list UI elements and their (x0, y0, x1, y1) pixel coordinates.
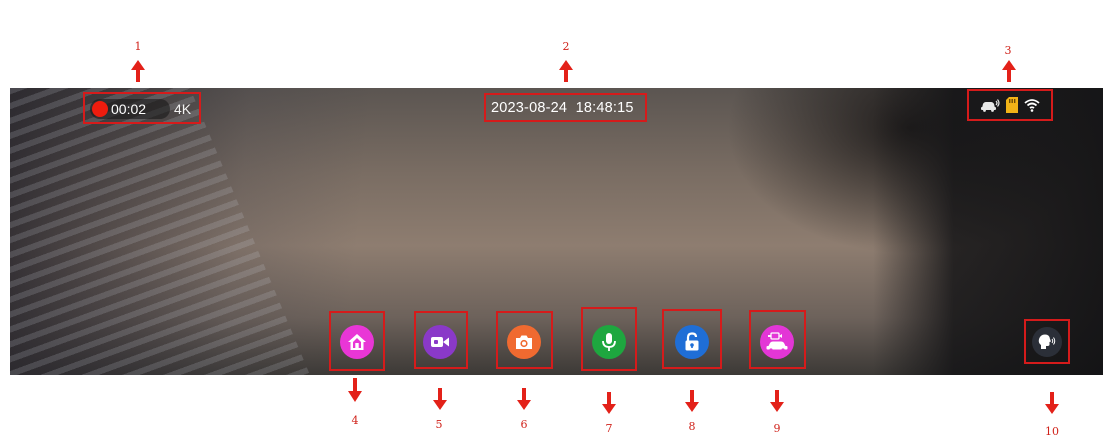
arrow-down-icon (348, 378, 362, 402)
car-camera-icon (765, 332, 789, 352)
record-dot-icon (92, 101, 108, 117)
camera-view (10, 88, 1103, 375)
arrow-down-icon (602, 392, 616, 414)
annotation-number-8: 8 (688, 420, 696, 433)
annotation-number-7: 7 (605, 422, 613, 435)
annotation-number-1: 1 (134, 40, 142, 53)
video-camera-icon (430, 335, 450, 349)
annotation-number-6: 6 (520, 418, 528, 431)
arrow-up-icon (559, 60, 573, 82)
home-button[interactable] (340, 325, 374, 359)
car-signal-icon (980, 98, 1000, 117)
record-video-button[interactable] (423, 325, 457, 359)
arrow-down-icon (685, 390, 699, 412)
car-camera-switch-button[interactable] (760, 325, 794, 359)
microphone-icon (601, 332, 617, 352)
microphone-button[interactable] (592, 325, 626, 359)
voice-command-button[interactable] (1032, 327, 1062, 357)
arrow-down-icon (517, 388, 531, 410)
sd-card-icon (1006, 97, 1018, 118)
annotation-number-9: 9 (773, 422, 781, 435)
datetime-display: 2023-08-24 18:48:15 (491, 100, 634, 116)
recording-indicator: 00:02 (90, 99, 170, 119)
take-photo-button[interactable] (507, 325, 541, 359)
arrow-down-icon (433, 388, 447, 410)
arrow-up-icon (131, 60, 145, 82)
annotation-number-10: 10 (1045, 425, 1059, 438)
arrow-down-icon (1045, 392, 1059, 414)
unlock-icon (684, 332, 700, 352)
arrow-down-icon (770, 390, 784, 412)
resolution-label: 4K (174, 101, 192, 117)
annotation-number-5: 5 (435, 418, 443, 431)
lock-button[interactable] (675, 325, 709, 359)
annotation-number-2: 2 (562, 40, 570, 53)
speaking-head-icon (1038, 334, 1056, 350)
wifi-icon (1024, 98, 1040, 117)
annotation-number-4: 4 (351, 414, 359, 427)
arrow-up-icon (1002, 60, 1016, 82)
home-icon (347, 333, 367, 351)
status-icons (980, 97, 1040, 118)
recording-time: 00:02 (111, 101, 147, 117)
annotation-number-3: 3 (1004, 44, 1012, 57)
camera-icon (514, 334, 534, 350)
